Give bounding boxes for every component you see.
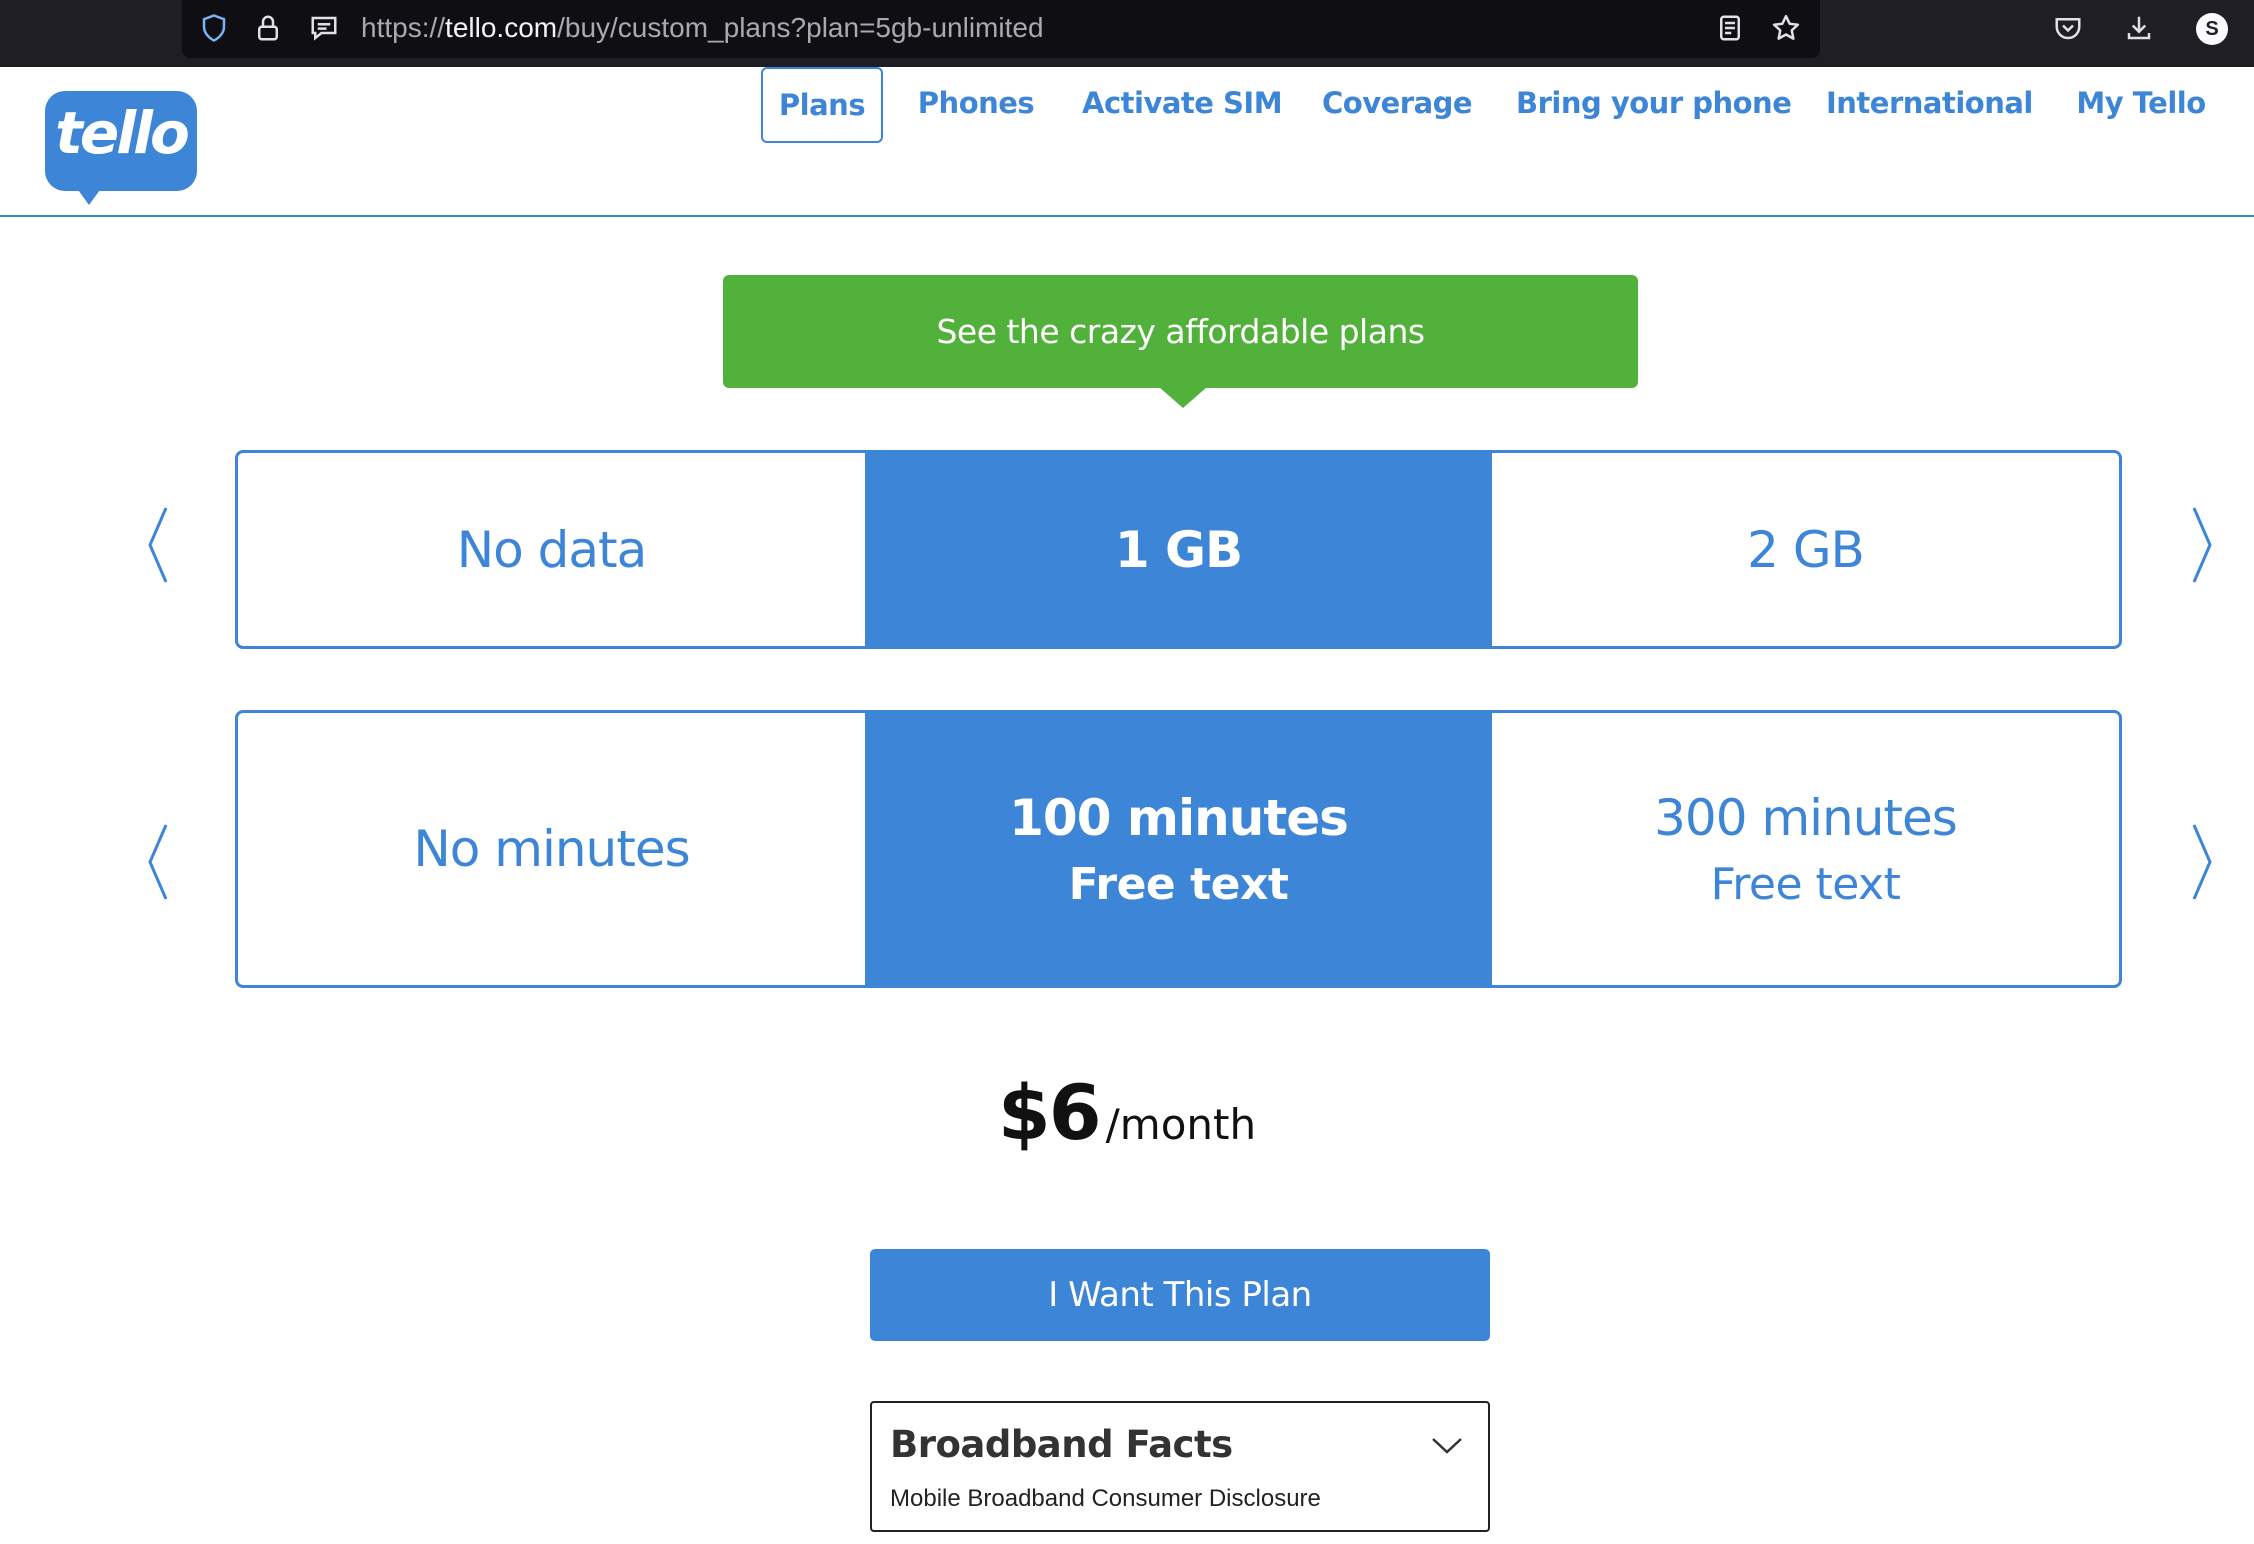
nav-my-tello[interactable]: My Tello: [2076, 67, 2206, 139]
option-label: 100 minutes: [1009, 788, 1349, 847]
option-label: No minutes: [413, 820, 690, 878]
nav-plans[interactable]: Plans: [761, 67, 883, 143]
broadband-facts-title: Broadband Facts: [890, 1423, 1233, 1466]
shield-icon[interactable]: [196, 10, 232, 46]
profile-avatar[interactable]: S: [2196, 13, 2228, 45]
price-unit: /month: [1105, 1100, 1257, 1149]
data-option-1gb[interactable]: 1 GB: [865, 453, 1492, 646]
permissions-icon[interactable]: [306, 10, 342, 46]
data-option-no-data[interactable]: No data: [238, 453, 865, 646]
tello-logo[interactable]: tello: [45, 91, 197, 205]
data-option-2gb[interactable]: 2 GB: [1492, 453, 2119, 646]
want-this-plan-button[interactable]: I Want This Plan: [870, 1249, 1490, 1341]
option-label: No data: [456, 520, 648, 579]
plan-price: $6/month: [0, 1068, 2254, 1157]
url-text[interactable]: https://tello.com/buy/custom_plans?plan=…: [361, 9, 1044, 47]
minutes-option-100[interactable]: 100 minutes Free text: [865, 713, 1492, 985]
data-next-arrow-icon[interactable]: [2183, 500, 2223, 590]
minutes-prev-arrow-icon[interactable]: [137, 817, 177, 907]
nav-activate-sim[interactable]: Activate SIM: [1082, 67, 1283, 139]
banner-pointer: [1159, 387, 1207, 408]
option-label: 1 GB: [1114, 520, 1243, 579]
promo-banner: See the crazy affordable plans: [723, 275, 1638, 388]
minutes-option-300[interactable]: 300 minutes Free text: [1492, 713, 2119, 985]
logo-speech-tail: [73, 183, 105, 205]
banner-text: See the crazy affordable plans: [936, 312, 1425, 351]
broadband-facts-subtitle: Mobile Broadband Consumer Disclosure: [890, 1485, 1321, 1512]
download-icon[interactable]: [2121, 10, 2157, 46]
nav-phones[interactable]: Phones: [910, 67, 1042, 139]
browser-toolbar: https://tello.com/buy/custom_plans?plan=…: [0, 0, 2254, 67]
pocket-icon[interactable]: [2050, 10, 2086, 46]
lock-icon[interactable]: [250, 10, 286, 46]
logo-text: tello: [55, 99, 190, 167]
bookmark-star-icon[interactable]: [1768, 10, 1804, 46]
data-prev-arrow-icon[interactable]: [137, 500, 177, 590]
price-amount: $6: [997, 1068, 1102, 1157]
nav-bring-your-phone[interactable]: Bring your phone: [1516, 67, 1792, 139]
minutes-option-none[interactable]: No minutes: [238, 713, 865, 985]
reader-view-icon[interactable]: [1712, 10, 1748, 46]
option-label: 300 minutes: [1654, 788, 1958, 847]
minutes-selector: No minutes 100 minutes Free text 300 min…: [235, 710, 2122, 988]
site-header: tello Plans Phones Activate SIM Coverage…: [0, 67, 2254, 217]
nav-international[interactable]: International: [1826, 67, 2033, 139]
option-label: 2 GB: [1747, 520, 1865, 579]
broadband-facts-accordion[interactable]: Broadband Facts Mobile Broadband Consume…: [870, 1401, 1490, 1532]
chevron-down-icon: [1432, 1438, 1462, 1454]
data-selector: No data 1 GB 2 GB: [235, 450, 2122, 649]
option-sublabel: Free text: [1710, 858, 1901, 910]
minutes-next-arrow-icon[interactable]: [2183, 817, 2223, 907]
option-sublabel: Free text: [1068, 858, 1289, 910]
nav-coverage[interactable]: Coverage: [1322, 67, 1473, 139]
